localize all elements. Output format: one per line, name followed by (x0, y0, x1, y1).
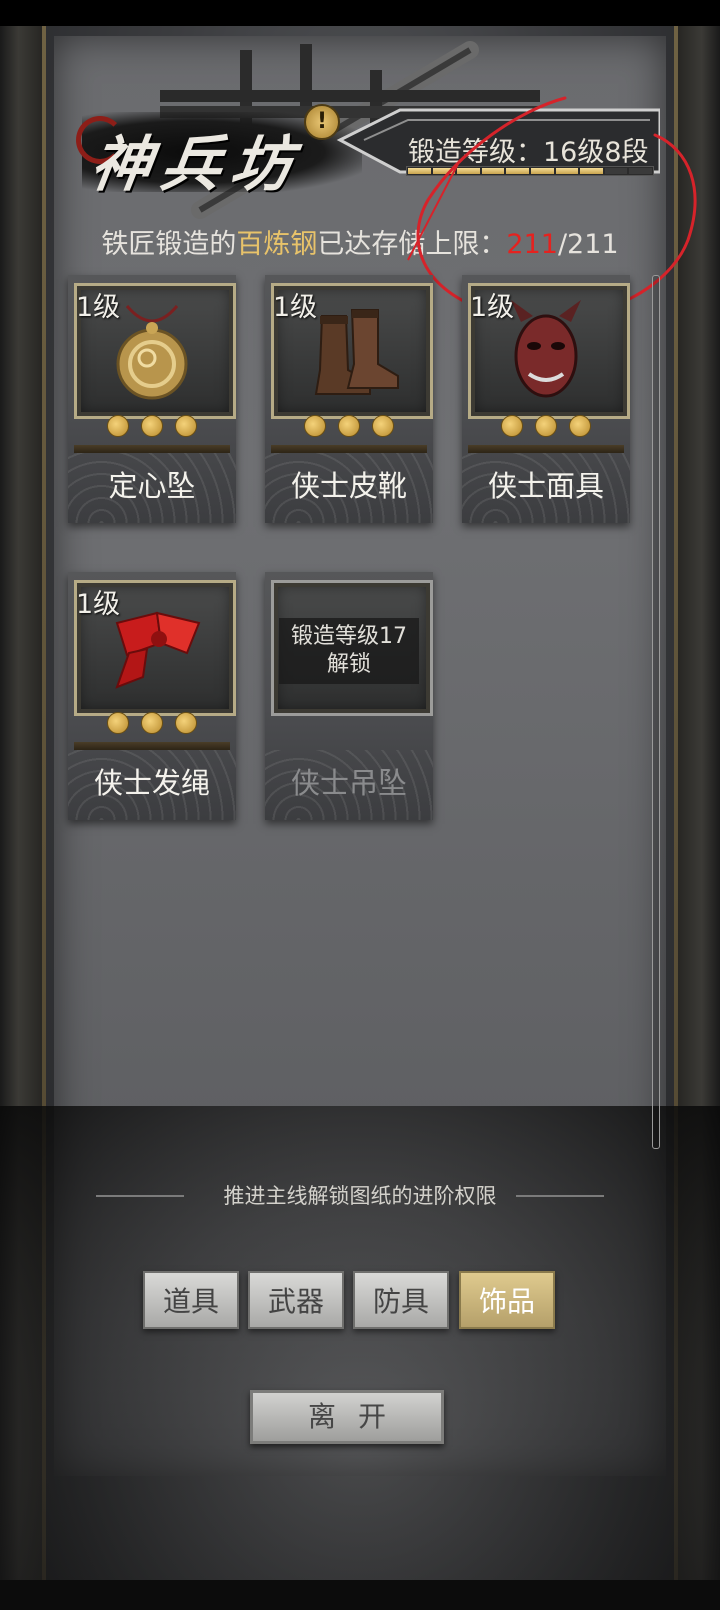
item-name: 侠士吊坠 (290, 766, 407, 800)
star-rating (462, 415, 630, 441)
item-name: 侠士皮靴 (290, 469, 407, 503)
tab-weapons[interactable]: 武器 (248, 1271, 344, 1329)
navigation-bar (0, 1580, 720, 1610)
star-icon (535, 415, 557, 437)
scrollbar[interactable] (652, 275, 660, 1149)
locked-item-card[interactable]: 锻造等级17 解锁 侠士吊坠 (265, 572, 433, 820)
item-card[interactable]: 1级 侠士发绳 (68, 572, 236, 820)
item-level: 1级 (273, 292, 318, 323)
status-bar (0, 0, 720, 26)
star-icon (141, 712, 163, 734)
hint-text: 推进主线解锁图纸的进阶权限 (223, 1184, 497, 1208)
item-level: 1级 (76, 589, 121, 620)
star-icon (141, 415, 163, 437)
item-card[interactable]: 1级 定心坠 (68, 275, 236, 523)
leave-button[interactable]: 离开 (250, 1390, 444, 1444)
star-rating (265, 415, 433, 441)
star-icon (175, 712, 197, 734)
hint-divider-right (516, 1195, 604, 1197)
page-title: 神兵坊 (86, 130, 307, 200)
tab-accessories[interactable]: 饰品 (459, 1271, 555, 1329)
item-card[interactable]: 1级 侠士皮靴 (265, 275, 433, 523)
unlock-requirement-level: 锻造等级17 (291, 624, 407, 649)
star-rating (68, 415, 236, 441)
item-level: 1级 (76, 292, 121, 323)
star-rating (68, 712, 236, 738)
material-name: 百炼钢 (236, 229, 318, 260)
unlock-requirement-label: 解锁 (326, 652, 371, 677)
tab-armor[interactable]: 防具 (353, 1271, 449, 1329)
star-icon (304, 415, 326, 437)
star-icon (175, 415, 197, 437)
item-name: 侠士面具 (487, 469, 604, 503)
star-icon (107, 415, 129, 437)
star-icon (338, 415, 360, 437)
item-name: 侠士发绳 (93, 766, 210, 800)
fog-overlay (0, 1106, 720, 1580)
star-icon (501, 415, 523, 437)
item-level: 1级 (470, 292, 515, 323)
unlock-requirement: 锻造等级17 解锁 (279, 618, 419, 684)
tab-items[interactable]: 道具 (143, 1271, 239, 1329)
star-icon (372, 415, 394, 437)
item-name: 定心坠 (108, 469, 196, 503)
item-card[interactable]: 1级 侠士面具 (462, 275, 630, 523)
storage-prefix: 铁匠锻造的 (101, 229, 237, 260)
star-icon (569, 415, 591, 437)
star-icon (107, 712, 129, 734)
